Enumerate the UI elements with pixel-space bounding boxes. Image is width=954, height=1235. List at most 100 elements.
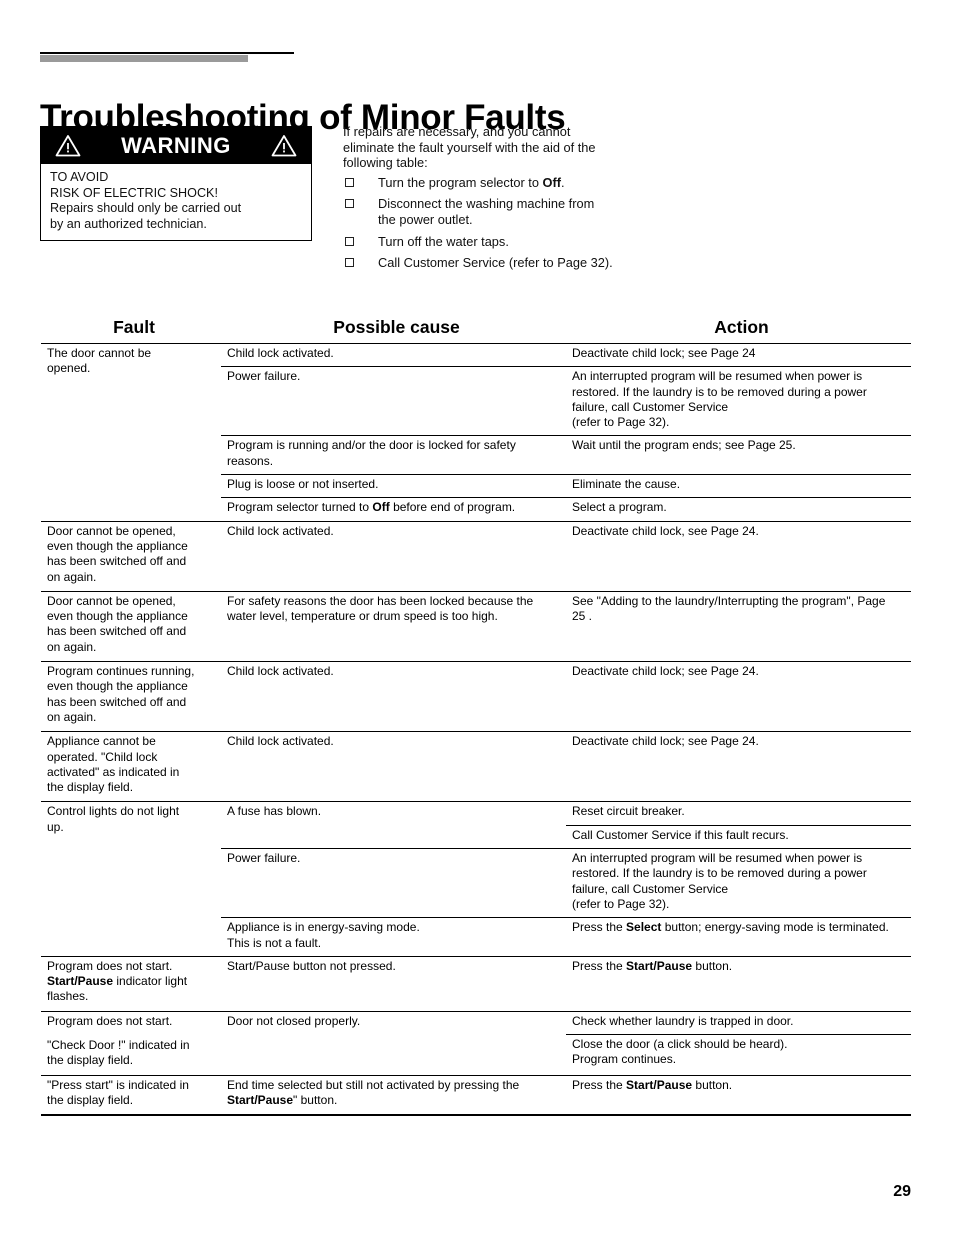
action-cell: Wait until the program ends; see Page 25… <box>566 435 911 475</box>
cause-cell <box>221 1034 566 1072</box>
cause-cell: Start/Pause button not pressed. <box>221 957 566 979</box>
fault-text-line: "Check Door !" indicated in <box>47 1037 190 1052</box>
cause-text: Child lock activated. <box>227 523 334 538</box>
fault-cell: The door cannot be opened. <box>41 344 221 522</box>
cause-action-subtable: Child lock activated. Deactivate child lo… <box>221 522 911 544</box>
cause-cell: Child lock activated. <box>221 344 566 367</box>
column-header-action: Action <box>566 317 911 344</box>
cause-action-subtable: A fuse has blown. Reset circuit breaker. … <box>221 802 911 956</box>
cause-action-cell: End time selected but still not activate… <box>221 1074 911 1115</box>
cause-action-row: Child lock activated. Deactivate child lo… <box>221 662 911 684</box>
warning-title: WARNING <box>121 132 231 158</box>
cause-cell: End time selected but still not activate… <box>221 1076 566 1114</box>
fault-text-line: the display field. <box>47 1092 134 1107</box>
action-text: Press the Start/Pause button. <box>572 1077 733 1092</box>
cause-action-cell: Start/Pause button not pressed. Press the… <box>221 955 911 1012</box>
fault-cell: Program does not start. "Check Door !" in… <box>41 1010 221 1076</box>
cause-action-row: End time selected but still not activate… <box>221 1076 911 1114</box>
intro-bullet-text: Turn the program selector to Off. <box>378 174 565 190</box>
fault-text-line: Appliance cannot be <box>47 734 156 749</box>
cause-action-subtable: For safety reasons the door has been loc… <box>221 592 911 630</box>
warning-box: WARNING TO AVOID RISK OF ELECTRIC SHOCK!… <box>40 126 312 242</box>
action-text: Press the Select button; energy-saving m… <box>572 920 889 935</box>
checkbox-icon <box>345 199 354 209</box>
table-row: The door cannot be opened. Child lock acti… <box>41 344 911 522</box>
fault-text-line: even though the appliance <box>47 679 188 694</box>
cause-cell: Child lock activated. <box>221 732 566 754</box>
action-cell: Deactivate child lock; see Page 24. <box>566 662 911 684</box>
fault-cell: Appliance cannot be operated. "Child lock… <box>41 731 221 802</box>
action-cell: Eliminate the cause. <box>566 474 911 498</box>
cause-action-row: Child lock activated. Deactivate child lo… <box>221 522 911 544</box>
cause-action-row: Close the door (a click should be heard)… <box>221 1033 911 1073</box>
cause-cell: Appliance is in energy-saving mode. This … <box>221 917 566 956</box>
cause-action-row: Power failure. An interrupted program wil… <box>221 366 911 436</box>
header-rule-black <box>40 52 294 54</box>
intro-bullet-text: Call Customer Service (refer to Page 32)… <box>378 255 613 271</box>
action-text: Deactivate child lock; see Page 24 <box>572 346 756 360</box>
cause-cell: For safety reasons the door has been loc… <box>221 592 566 630</box>
cause-text: Power failure. <box>227 369 301 384</box>
cause-text: Power failure. <box>227 851 301 866</box>
fault-cell: Program continues running, even though th… <box>41 661 221 732</box>
cause-action-row: Appliance is in energy-saving mode. This … <box>221 917 911 956</box>
cause-cell: Plug is loose or not inserted. <box>221 474 566 498</box>
action-cell: See "Adding to the laundry/Interrupting … <box>566 592 911 630</box>
table-row: Program does not start. Start/Pause indic… <box>41 955 911 1012</box>
action-text: An interrupted program will be resumed w… <box>572 369 867 430</box>
action-cell: Deactivate child lock, see Page 24. <box>566 522 911 544</box>
cause-text: Program selector turned to Off before en… <box>227 500 516 515</box>
cause-action-cell: A fuse has blown. Reset circuit breaker. … <box>221 801 911 957</box>
cause-text: Program is running and/or the door is lo… <box>227 438 516 468</box>
cause-cell: Door not closed properly. <box>221 1012 566 1035</box>
cause-action-cell: Child lock activated. Deactivate child lo… <box>221 661 911 732</box>
table-row: Door cannot be opened, even though the ap… <box>41 520 911 592</box>
action-cell: Press the Start/Pause button. <box>566 957 911 979</box>
action-text: Eliminate the cause. <box>572 477 681 492</box>
action-cell: Close the door (a click should be heard)… <box>566 1033 911 1073</box>
cause-cell: Child lock activated. <box>221 522 566 544</box>
fault-text-line: on again. <box>47 639 97 654</box>
intro-bullet-item: Turn the program selector to Off. <box>343 175 613 191</box>
fault-text-line: opened. <box>47 361 91 376</box>
cause-action-row: A fuse has blown. Reset circuit breaker. <box>221 802 911 825</box>
cause-text: Appliance is in energy-saving mode. This … <box>227 920 420 950</box>
fault-text-line: Program continues running, <box>47 664 195 679</box>
header-rule <box>40 52 294 62</box>
fault-text-line: activated" as indicated in <box>47 764 180 779</box>
cause-action-row: Child lock activated. Deactivate child lo… <box>221 732 911 754</box>
page-number: 29 <box>893 1183 911 1200</box>
fault-text-line: even though the appliance <box>47 538 188 553</box>
action-text: Select a program. <box>572 500 667 515</box>
action-text: See "Adding to the laundry/Interrupting … <box>572 593 886 624</box>
cause-cell: A fuse has blown. <box>221 802 566 825</box>
action-cell: Check whether laundry is trapped in door… <box>566 1012 911 1035</box>
action-text: Call Customer Service if this fault recu… <box>572 827 789 842</box>
action-text: Deactivate child lock; see Page 24. <box>572 734 759 749</box>
action-text: Deactivate child lock; see Page 24. <box>572 664 759 679</box>
action-text: Press the Start/Pause button. <box>572 958 733 973</box>
fault-cell: Door cannot be opened, even though the ap… <box>41 520 221 592</box>
cause-text: Child lock activated. <box>227 346 334 360</box>
fault-text-line: on again. <box>47 569 97 584</box>
cause-text: Start/Pause button not pressed. <box>227 958 396 973</box>
fault-text-line: on again. <box>47 709 97 724</box>
action-text: Wait until the program ends; see Page 25… <box>572 438 796 453</box>
table-row: Door cannot be opened, even though the ap… <box>41 590 911 662</box>
column-header-fault: Fault <box>41 317 221 344</box>
warning-header: WARNING <box>41 127 311 164</box>
cause-action-row: Child lock activated. Deactivate child lo… <box>221 344 911 367</box>
action-cell: Reset circuit breaker. <box>566 802 911 825</box>
action-cell: An interrupted program will be resumed w… <box>566 848 911 918</box>
table-header-row: Fault Possible cause Action <box>41 317 911 344</box>
action-text: Deactivate child lock, see Page 24. <box>572 523 759 538</box>
action-cell: Press the Start/Pause button. <box>566 1076 911 1114</box>
warning-triangle-icon-left <box>55 134 81 157</box>
fault-text-line: Door cannot be opened, <box>47 523 176 538</box>
cause-cell: Power failure. <box>221 366 566 436</box>
cause-cell: Child lock activated. <box>221 662 566 684</box>
cause-text: Child lock activated. <box>227 734 334 749</box>
cause-action-subtable: Child lock activated. Deactivate child lo… <box>221 344 911 521</box>
intro-bullet-item: Turn off the water taps. <box>343 234 613 250</box>
cause-cell <box>221 825 566 848</box>
